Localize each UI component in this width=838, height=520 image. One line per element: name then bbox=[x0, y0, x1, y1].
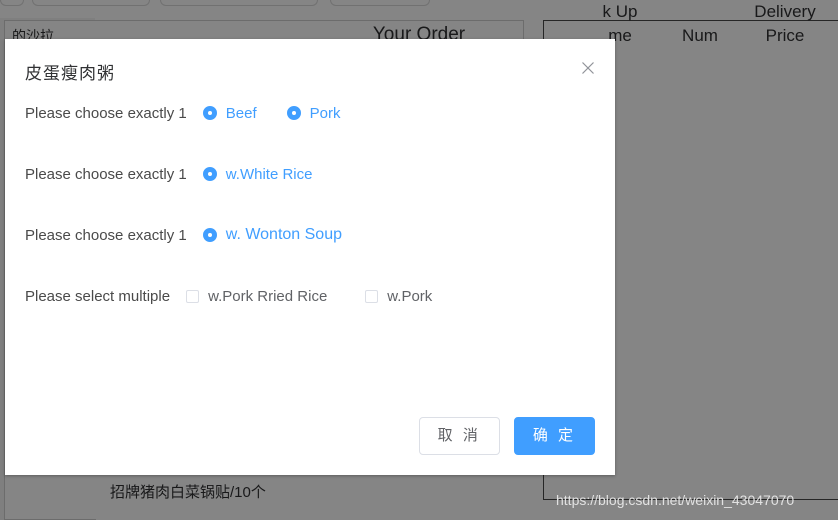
radio-option-label: w.White Rice bbox=[225, 165, 313, 183]
option-group-label: Please choose exactly 1 bbox=[25, 226, 187, 244]
watermark-url: https://blog.csdn.net/weixin_43047070 bbox=[556, 492, 795, 508]
checkbox-unchecked-icon bbox=[186, 289, 200, 303]
radio-option-pork[interactable]: Pork bbox=[286, 104, 341, 122]
radio-checked-icon bbox=[286, 106, 301, 120]
dialog-footer: 取 消 确 定 bbox=[418, 417, 595, 455]
option-group-extras: Please select multiple w.Pork Rried Rice… bbox=[25, 276, 595, 316]
radio-option-white-rice[interactable]: w.White Rice bbox=[202, 165, 313, 183]
checkbox-option-label: w.Pork bbox=[387, 287, 433, 305]
confirm-button[interactable]: 确 定 bbox=[513, 417, 595, 455]
dish-options-dialog: 皮蛋瘦肉粥 Please choose exactly 1 Beef Pork bbox=[5, 39, 615, 475]
radio-option-label: Beef bbox=[225, 104, 257, 122]
screenshot-root: 的沙拉 招牌猪肉白菜锅贴/10个 Your Order k Up me Num … bbox=[0, 0, 838, 520]
option-group-meat: Please choose exactly 1 Beef Pork bbox=[25, 93, 595, 133]
option-group-rice: Please choose exactly 1 w.White Rice bbox=[25, 154, 595, 194]
radio-option-label: Pork bbox=[309, 104, 341, 122]
checkbox-option-label: w.Pork Rried Rice bbox=[208, 287, 328, 305]
option-group-soup: Please choose exactly 1 w. Wonton Soup bbox=[25, 215, 595, 255]
cancel-button[interactable]: 取 消 bbox=[418, 417, 500, 455]
radio-checked-icon bbox=[202, 167, 217, 181]
dialog-title: 皮蛋瘦肉粥 bbox=[25, 64, 115, 83]
checkbox-option-pork[interactable]: w.Pork bbox=[365, 288, 432, 305]
dialog-header: 皮蛋瘦肉粥 bbox=[5, 39, 615, 93]
radio-checked-icon bbox=[202, 106, 217, 120]
radio-option-label: w. Wonton Soup bbox=[225, 226, 342, 243]
radio-checked-icon bbox=[202, 228, 217, 242]
radio-option-wonton-soup[interactable]: w. Wonton Soup bbox=[202, 226, 342, 244]
radio-option-beef[interactable]: Beef bbox=[202, 104, 257, 122]
dialog-body: Please choose exactly 1 Beef Pork Please… bbox=[5, 93, 615, 337]
option-group-label: Please choose exactly 1 bbox=[25, 104, 187, 122]
option-group-label: Please select multiple bbox=[25, 287, 171, 305]
checkbox-unchecked-icon bbox=[365, 289, 379, 303]
option-group-label: Please choose exactly 1 bbox=[25, 165, 187, 183]
checkbox-option-pork-fried-rice[interactable]: w.Pork Rried Rice bbox=[186, 288, 327, 305]
close-icon[interactable] bbox=[579, 59, 597, 77]
